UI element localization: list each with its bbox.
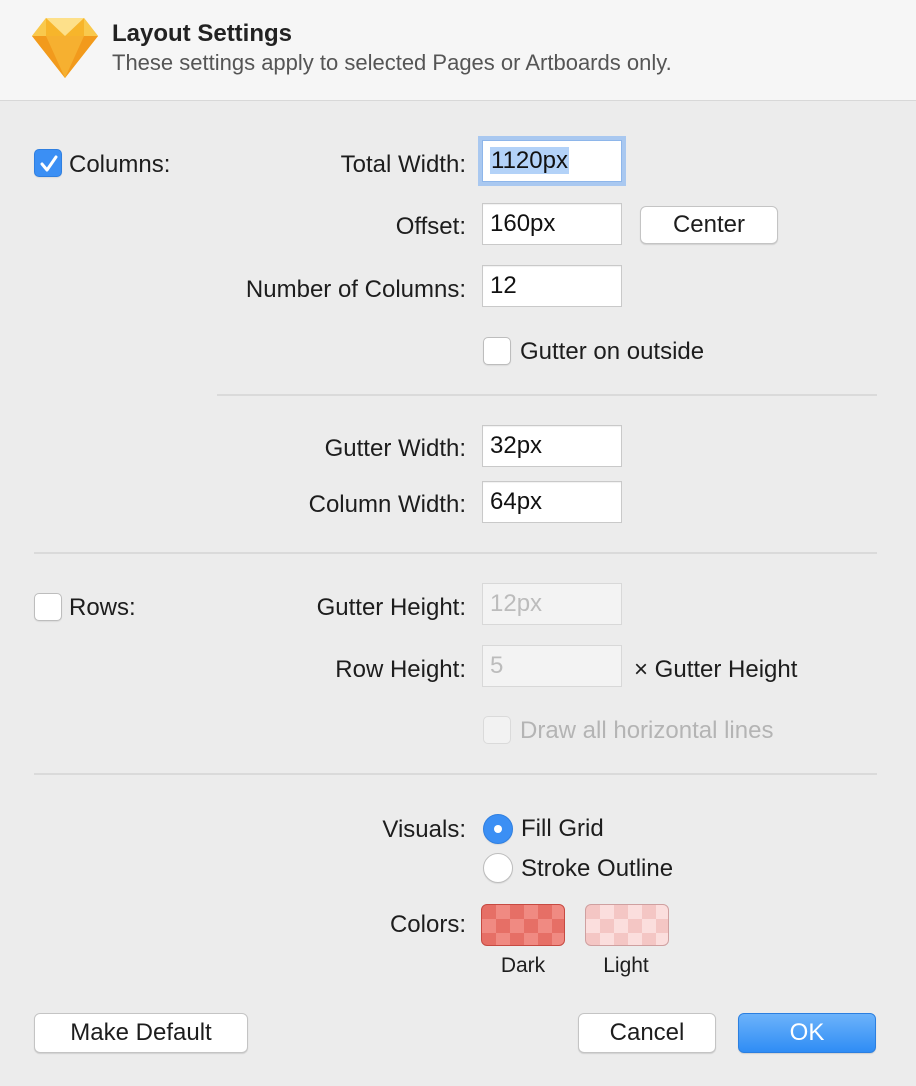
total-width-label: Total Width:: [340, 151, 466, 178]
dialog-title: Layout Settings: [112, 20, 293, 47]
columns-checkbox[interactable]: [34, 149, 62, 177]
stroke-outline-label: Stroke Outline: [521, 855, 674, 882]
ok-button[interactable]: OK: [738, 1013, 876, 1053]
dark-swatch-label: Dark: [500, 954, 546, 977]
column-width-label: Column Width:: [308, 491, 466, 518]
make-default-button[interactable]: Make Default: [34, 1013, 248, 1053]
light-color-swatch[interactable]: [585, 904, 669, 946]
rows-label: Rows:: [69, 594, 136, 621]
row-height-label: Row Height:: [335, 656, 466, 683]
gutter-on-outside-label: Gutter on outside: [520, 338, 705, 365]
separator: [217, 394, 877, 396]
stroke-outline-radio[interactable]: [483, 853, 513, 883]
gutter-width-label: Gutter Width:: [324, 435, 466, 462]
column-width-input[interactable]: 64px: [482, 481, 622, 523]
separator: [34, 552, 877, 554]
number-of-columns-label: Number of Columns:: [245, 276, 466, 303]
total-width-input[interactable]: 1120px: [482, 140, 622, 182]
row-height-suffix: × Gutter Height: [634, 656, 798, 683]
cancel-button[interactable]: Cancel: [578, 1013, 716, 1053]
offset-label: Offset:: [395, 213, 466, 240]
visuals-label: Visuals:: [382, 816, 466, 843]
row-height-input[interactable]: 5: [482, 645, 622, 687]
columns-label: Columns:: [69, 151, 171, 178]
fill-grid-radio[interactable]: [483, 814, 513, 844]
sketch-diamond-icon: [32, 18, 98, 78]
gutter-width-input[interactable]: 32px: [482, 425, 622, 467]
fill-grid-label: Fill Grid: [521, 815, 604, 842]
dark-color-swatch[interactable]: [481, 904, 565, 946]
gutter-height-label: Gutter Height:: [316, 594, 466, 621]
light-swatch-label: Light: [603, 954, 649, 977]
dialog-subtitle: These settings apply to selected Pages o…: [112, 50, 672, 75]
offset-input[interactable]: 160px: [482, 203, 622, 245]
gutter-height-input[interactable]: 12px: [482, 583, 622, 625]
total-width-value: 1120px: [490, 147, 569, 174]
checkmark-icon: [40, 155, 58, 172]
colors-label: Colors:: [389, 911, 466, 938]
draw-horizontal-lines-label: Draw all horizontal lines: [520, 717, 774, 744]
rows-checkbox[interactable]: [34, 593, 62, 621]
draw-horizontal-lines-checkbox[interactable]: [483, 716, 511, 744]
separator: [34, 773, 877, 775]
gutter-on-outside-checkbox[interactable]: [483, 337, 511, 365]
center-button[interactable]: Center: [640, 206, 778, 244]
number-of-columns-input[interactable]: 12: [482, 265, 622, 307]
dialog-header: Layout Settings These settings apply to …: [0, 0, 916, 101]
